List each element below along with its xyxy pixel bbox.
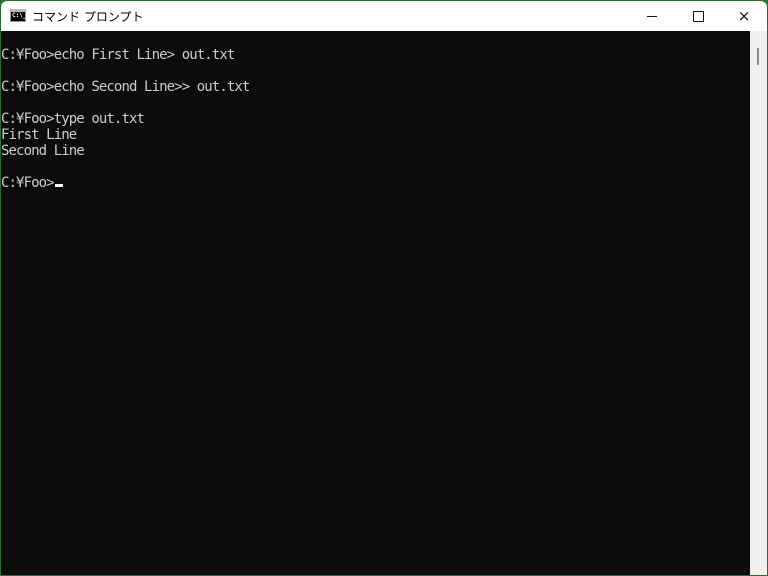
vertical-scrollbar[interactable] [750, 31, 767, 575]
console-line: Second Line [1, 143, 85, 159]
title-bar[interactable]: C:\_ コマンド プロンプト × [1, 1, 767, 31]
cmd-icon[interactable]: C:\_ [10, 9, 26, 22]
maximize-icon [692, 10, 704, 22]
text-cursor [54, 184, 63, 187]
console-line: C:¥Foo>echo First Line> out.txt [1, 47, 235, 63]
prompt-line[interactable]: C:¥Foo> [1, 175, 63, 191]
close-icon: × [737, 6, 751, 25]
maximize-button[interactable] [675, 1, 721, 31]
command-prompt-window: C:\_ コマンド プロンプト × C:¥Foo>echo First Line… [1, 1, 767, 575]
close-button[interactable]: × [721, 1, 767, 31]
prompt-text: C:¥Foo> [1, 175, 55, 191]
console-line: First Line [1, 127, 77, 143]
minimize-icon [647, 15, 657, 17]
console-output[interactable]: C:¥Foo>echo First Line> out.txt C:¥Foo>e… [1, 31, 750, 575]
console-line: C:¥Foo>echo Second Line>> out.txt [1, 79, 250, 95]
minimize-button[interactable] [629, 1, 675, 31]
scrollbar-thumb[interactable] [757, 48, 759, 65]
window-title: コマンド プロンプト [32, 10, 144, 24]
console-line: C:¥Foo>type out.txt [1, 111, 145, 127]
